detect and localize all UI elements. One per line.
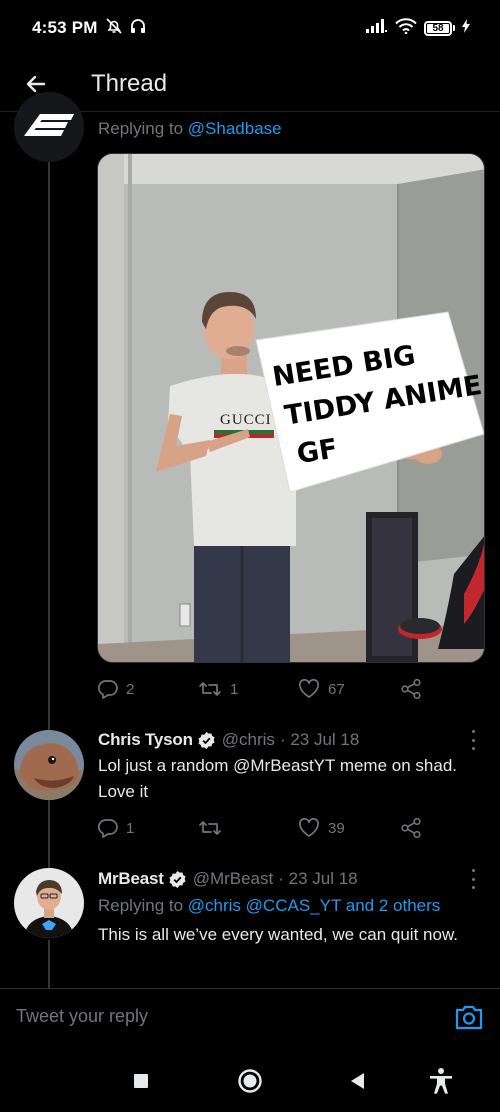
tweet-actions: 1 39: [98, 813, 428, 843]
tweet-text: Lol just a random @MrBeastYT meme on sha…: [98, 756, 457, 801]
reply-input[interactable]: [16, 1006, 416, 1027]
reply-icon: [98, 819, 118, 838]
like-count: 39: [328, 819, 345, 837]
like-button[interactable]: 39: [298, 818, 400, 838]
tweet-date: · 23 Jul 18: [278, 869, 358, 888]
recent-apps-button[interactable]: [126, 1066, 156, 1096]
triangle-back-icon: [351, 1073, 364, 1089]
more-options-button[interactable]: [466, 869, 480, 889]
heart-icon: [299, 679, 319, 698]
shirt-logo-text: GUCCI: [220, 412, 272, 428]
page-title: Thread: [91, 69, 168, 97]
avatar[interactable]: [14, 92, 84, 162]
tweet-header: Chris Tyson @chris · 23 Jul 18: [98, 730, 359, 750]
share-icon: [401, 817, 421, 839]
home-button[interactable]: [235, 1066, 265, 1096]
replying-to-link[interactable]: @chris @CCAS_YT and 2 others: [188, 896, 440, 915]
wifi-icon: [395, 17, 417, 39]
retweet-count: 1: [230, 680, 239, 698]
reply-button[interactable]: 2: [98, 679, 198, 699]
replying-to-link[interactable]: @Shadbase: [188, 119, 282, 138]
verified-badge-icon: [168, 870, 187, 889]
like-button[interactable]: 67: [298, 679, 400, 699]
display-name[interactable]: MrBeast: [98, 869, 164, 889]
status-time: 4:53 PM: [32, 18, 98, 37]
camera-icon: [455, 1005, 483, 1030]
reply-count: 1: [126, 819, 135, 837]
share-button[interactable]: [400, 817, 422, 839]
avatar[interactable]: [14, 730, 84, 800]
battery-level: 58: [427, 23, 449, 34]
avatar[interactable]: [14, 868, 84, 938]
thread-connector-line: [48, 798, 50, 868]
replying-to: Replying to @chris @CCAS_YT and 2 others: [98, 896, 441, 915]
heart-icon: [299, 818, 319, 837]
tweet-text: This is all we’ve every wanted, we can q…: [98, 925, 459, 944]
display-name[interactable]: Chris Tyson: [98, 730, 193, 750]
battery-indicator: 58: [424, 20, 455, 36]
reply-count: 2: [126, 680, 135, 698]
retweet-button[interactable]: [198, 818, 298, 838]
handle[interactable]: @MrBeast: [193, 869, 274, 889]
tweet-media-image[interactable]: GUCCI NEED BIG TIDDY ANIME GF: [97, 153, 485, 663]
thread-connector-line: [48, 940, 50, 988]
handle[interactable]: @chris: [222, 730, 275, 750]
reply-composer: [0, 988, 500, 1044]
system-nav-bar: [0, 1046, 500, 1112]
share-button[interactable]: [400, 678, 422, 700]
back-nav-button[interactable]: [343, 1066, 373, 1096]
retweet-button[interactable]: 1: [198, 679, 298, 699]
square-icon: [134, 1074, 148, 1088]
accessibility-icon: [430, 1068, 452, 1094]
replying-to: Replying to @Shadbase: [98, 119, 282, 138]
tweet-date: · 23 Jul 18: [279, 730, 360, 749]
reply-button[interactable]: 1: [98, 818, 198, 838]
more-options-button[interactable]: [466, 730, 480, 750]
bell-off-icon: [105, 17, 123, 40]
verified-badge-icon: [197, 731, 216, 750]
share-icon: [401, 678, 421, 700]
like-count: 67: [328, 680, 345, 698]
sign-text-line-3: GF: [295, 433, 340, 470]
brand-logo-icon: [14, 92, 84, 162]
charging-icon: [462, 18, 470, 38]
retweet-icon: [199, 821, 221, 835]
circle-icon: [238, 1069, 262, 1093]
cellular-signal-icon: [366, 18, 388, 38]
thread-connector-line: [48, 160, 50, 730]
camera-button[interactable]: [454, 1003, 484, 1031]
tweet-actions: 2 1 67: [98, 674, 428, 704]
status-bar: 4:53 PM 58: [0, 0, 500, 56]
tweet-header: MrBeast @MrBeast · 23 Jul 18: [98, 869, 358, 889]
headphones-icon: [129, 17, 147, 40]
accessibility-button[interactable]: [426, 1066, 456, 1096]
reply-icon: [98, 680, 118, 699]
retweet-icon: [199, 682, 221, 696]
